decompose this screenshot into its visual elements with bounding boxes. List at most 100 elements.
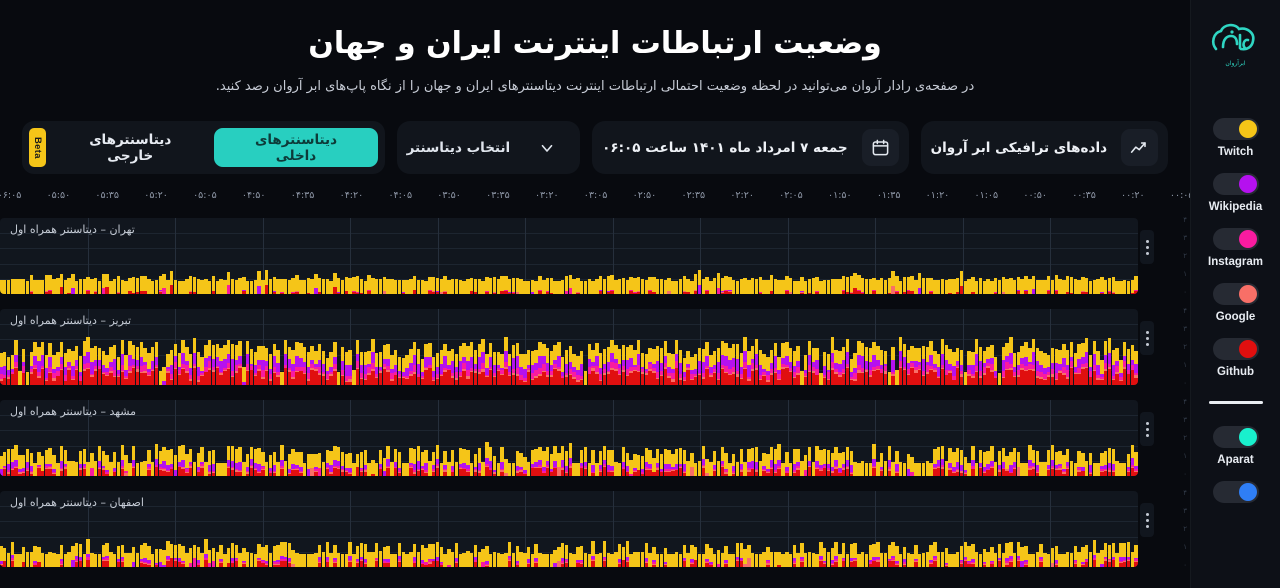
bar: [887, 309, 892, 385]
bar: [834, 309, 838, 385]
bar-segment-github: [990, 564, 994, 567]
bar: [424, 491, 428, 567]
bar-segment-twitch: [804, 281, 808, 294]
bar-segment-twitch: [655, 449, 660, 463]
bar-segment-github: [538, 468, 542, 476]
bar-segment-github: [485, 377, 489, 385]
bar-segment-twitch: [1016, 541, 1021, 557]
bar-segment-twitch: [967, 279, 971, 294]
bar-segment-twitch: [139, 275, 144, 291]
bar: [766, 218, 770, 294]
bar-segment-twitch: [667, 449, 671, 464]
bar-segment-github: [1130, 468, 1135, 476]
y-axis-tick: ۰: [1183, 470, 1187, 479]
bar-segment-instagram: [724, 365, 728, 373]
bar: [310, 400, 314, 476]
bar-segment-twitch: [1062, 553, 1066, 567]
bar-segment-twitch: [545, 447, 550, 462]
bar-segment-twitch: [397, 280, 402, 294]
bar-segment-twitch: [940, 278, 945, 294]
bar: [1085, 309, 1089, 385]
bar-segment-wikipedia: [838, 364, 842, 373]
bar-segment-twitch: [454, 353, 459, 367]
time-axis-tick: ۰۶:۰۵: [0, 190, 22, 201]
bar-segment-twitch: [674, 552, 679, 567]
bar-segment-github: [428, 290, 432, 294]
bar-segment-github: [500, 471, 504, 476]
tab-external-datacenters[interactable]: دیتاسنترهای خارجی: [46, 128, 214, 167]
bar: [473, 400, 478, 476]
bar-segment-github: [997, 471, 1002, 476]
bar-segment-twitch: [1069, 553, 1074, 567]
bar: [629, 309, 633, 385]
bar-segment-github: [101, 373, 106, 385]
bar-segment-twitch: [169, 449, 174, 465]
bar-segment-github: [561, 469, 565, 476]
bar-segment-wikipedia: [14, 354, 18, 363]
bar-segment-twitch: [599, 276, 603, 291]
bar-segment-twitch: [1031, 275, 1036, 289]
bar-segment-github: [196, 381, 200, 385]
bar-segment-twitch: [606, 552, 611, 567]
bar-segment-twitch: [963, 371, 967, 385]
bar: [857, 491, 861, 567]
bar-segment-twitch: [291, 550, 295, 565]
bar: [211, 309, 216, 385]
bar-segment-twitch: [226, 271, 231, 286]
bar-segment-wikipedia: [868, 362, 873, 370]
bar-segment-github: [777, 565, 781, 567]
bar: [655, 400, 660, 476]
datacenter-select[interactable]: انتخاب دیتاسنتر: [396, 121, 581, 174]
bar-segment-github: [367, 290, 371, 294]
kebab-menu-icon[interactable]: [1140, 230, 1154, 264]
kebab-menu-icon[interactable]: [1140, 412, 1154, 446]
bar: [375, 309, 379, 385]
bar-segment-twitch: [181, 444, 185, 460]
bar-segment-twitch: [887, 545, 892, 559]
bar: [982, 218, 986, 294]
bar-segment-twitch: [549, 351, 554, 365]
bar: [800, 400, 804, 476]
bar: [933, 309, 937, 385]
bar: [466, 491, 470, 567]
bar: [538, 309, 542, 385]
bar-segment-github: [690, 563, 694, 567]
bar-segment-twitch: [169, 271, 174, 286]
bar-segment-github: [807, 467, 812, 476]
bar-segment-twitch: [914, 280, 918, 294]
bar-segment-github: [215, 368, 219, 385]
bar: [583, 400, 588, 476]
bar: [728, 400, 732, 476]
bar: [428, 218, 432, 294]
bar-segment-twitch: [1062, 343, 1066, 358]
bar-segment-twitch: [340, 347, 345, 362]
bar-segment-twitch: [747, 350, 751, 365]
date-time-button[interactable]: جمعه ۷ امرداد ماه ۱۴۰۱ ساعت ۰۶:۰۵: [592, 121, 909, 174]
bar: [693, 218, 698, 294]
bar: [568, 400, 573, 476]
kebab-menu-icon[interactable]: [1140, 321, 1154, 355]
bar-segment-wikipedia: [318, 359, 322, 368]
bar-segment-twitch: [473, 454, 478, 468]
main-content: وضعیت ارتباطات اینترنت ایران و جهان در ص…: [0, 0, 1190, 588]
bar: [599, 400, 603, 476]
bar: [314, 218, 318, 294]
bar-segment-github: [542, 372, 546, 385]
bar-segment-twitch: [731, 344, 736, 358]
bar: [978, 218, 983, 294]
tab-internal-datacenters[interactable]: دیتاسنترهای داخلی: [214, 128, 378, 167]
bar-segment-twitch: [815, 554, 819, 567]
bar: [359, 309, 364, 385]
bar-segment-github: [375, 561, 379, 567]
bar-segment-twitch: [71, 351, 75, 367]
bar-segment-twitch: [982, 350, 986, 364]
traffic-data-button[interactable]: داده‌های ترافیکی ابر آروان: [920, 121, 1168, 174]
bar-segment-github: [1111, 560, 1116, 567]
bar: [158, 400, 163, 476]
bar: [420, 491, 424, 567]
bar-segment-wikipedia: [424, 356, 428, 367]
bar-segment-github: [431, 381, 436, 385]
bar: [993, 309, 998, 385]
bar-segment-github: [477, 472, 481, 476]
bar: [371, 309, 375, 385]
